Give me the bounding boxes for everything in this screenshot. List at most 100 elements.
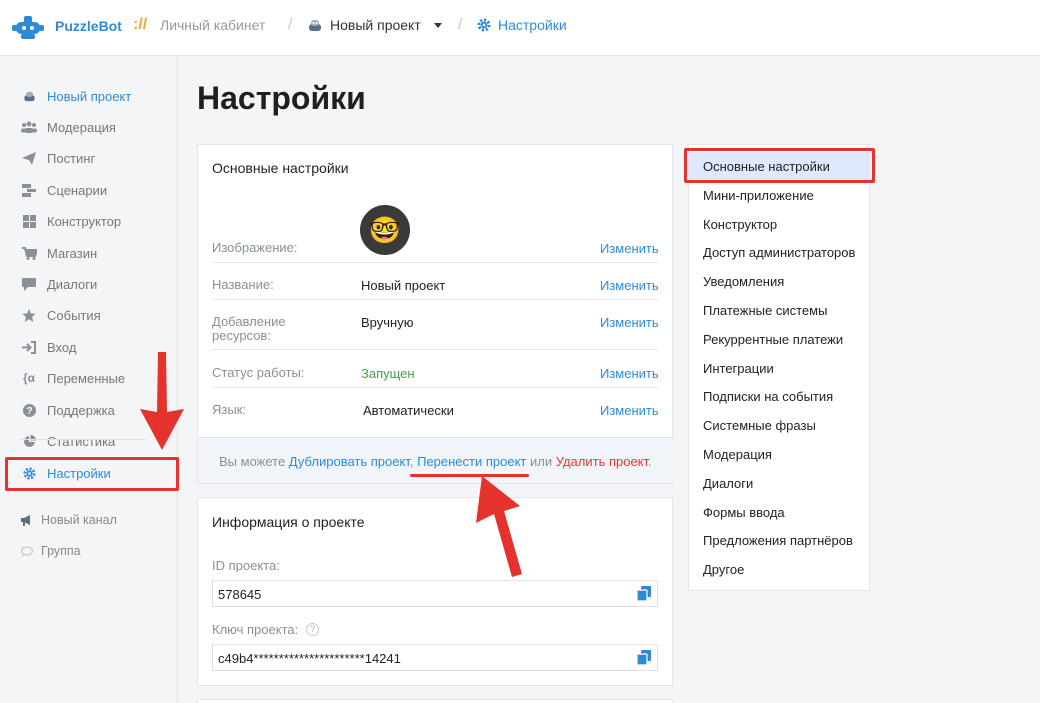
language-label: Язык:: [212, 402, 246, 417]
sidebar-item-support[interactable]: ? Поддержка: [20, 400, 115, 420]
sidebar-item-label: Конструктор: [47, 213, 122, 229]
sidebar-item-moderation[interactable]: Модерация: [20, 117, 116, 137]
settings-menu-item-event-subscriptions[interactable]: Подписки на события: [703, 389, 833, 404]
settings-menu-item-partner-offers[interactable]: Предложения партнёров: [703, 533, 853, 548]
breadcrumb-cabinet[interactable]: Личный кабинет: [160, 17, 265, 33]
highlight-box-settings: [5, 457, 179, 491]
megaphone-icon: [20, 513, 34, 527]
help-icon: ?: [20, 403, 38, 417]
sidebar-divider: [20, 439, 146, 440]
project-key-value: c49b4**********************14241: [218, 651, 401, 666]
name-label: Название:: [212, 277, 274, 292]
footer-dot: .: [648, 454, 652, 469]
sitemap-icon: [20, 183, 38, 197]
duplicate-project-link[interactable]: Дублировать проект: [289, 454, 410, 469]
top-bar: PuzzleBot :// Личный кабинет / Новый про…: [0, 0, 1040, 56]
sidebar-item-shop[interactable]: Магазин: [20, 243, 97, 263]
settings-menu-item-miniapp[interactable]: Мини-приложение: [703, 188, 814, 203]
sidebar-item-label: Поддержка: [47, 402, 115, 418]
sidebar-item-statistics[interactable]: Статистика: [20, 431, 115, 451]
sidebar-item-label: Группа: [41, 544, 81, 558]
footer-or: или: [526, 454, 556, 469]
users-icon: [20, 120, 38, 134]
row-divider: [212, 349, 658, 350]
sidebar-item-events[interactable]: События: [20, 305, 101, 325]
sidebar-item-constructor[interactable]: Конструктор: [20, 211, 121, 231]
main-settings-title: Основные настройки: [212, 160, 349, 176]
grid-icon: [20, 214, 38, 228]
sidebar-item-label: Вход: [47, 339, 77, 355]
sidebar-item-label: Постинг: [47, 150, 96, 166]
robot-icon: [309, 20, 321, 31]
row-divider: [212, 299, 658, 300]
settings-menu-item-input-forms[interactable]: Формы ввода: [703, 505, 785, 520]
project-actions-text: Вы можете Дублировать проект, Перенести …: [219, 454, 652, 469]
arrow-up-icon: [476, 476, 522, 577]
copy-icon[interactable]: [637, 586, 651, 601]
sidebar-item-label: Переменные: [47, 370, 126, 386]
sidebar-item-channel[interactable]: Новый канал: [20, 510, 117, 530]
settings-menu-item-integrations[interactable]: Интеграции: [703, 361, 774, 376]
settings-menu-item-other[interactable]: Другое: [703, 562, 744, 577]
breadcrumb-slash: /: [458, 16, 463, 33]
page-title: Настройки: [197, 80, 366, 116]
settings-menu-item-dialogs[interactable]: Диалоги: [703, 476, 753, 491]
settings-menu-item-notifications[interactable]: Уведомления: [703, 274, 784, 289]
robot-icon: [20, 89, 38, 103]
paper-plane-icon: [20, 151, 38, 165]
row-divider: [212, 262, 658, 263]
project-avatar[interactable]: 🤓: [360, 205, 410, 255]
settings-menu-item-recurring-payments[interactable]: Рекуррентные платежи: [703, 332, 843, 347]
breadcrumb-settings[interactable]: Настройки: [498, 17, 567, 33]
sidebar-item-scenarios[interactable]: Сценарии: [20, 180, 107, 200]
question-circle-icon[interactable]: ?: [306, 623, 319, 636]
transfer-project-link[interactable]: Перенести проект: [417, 454, 526, 469]
next-card: [197, 699, 673, 703]
change-name-link[interactable]: Изменить: [600, 278, 659, 293]
sidebar-item-dialogs[interactable]: Диалоги: [20, 274, 97, 294]
settings-menu-item-payment-systems[interactable]: Платежные системы: [703, 303, 827, 318]
arrow-down-icon: [140, 352, 184, 450]
row-divider: [212, 387, 658, 388]
sidebar-item-posting[interactable]: Постинг: [20, 148, 95, 168]
change-image-link[interactable]: Изменить: [600, 241, 659, 256]
settings-menu-item-constructor[interactable]: Конструктор: [703, 217, 777, 232]
svg-text:?: ?: [26, 406, 32, 417]
sidebar-item-label: Новый канал: [41, 513, 117, 527]
settings-menu-item-system-phrases[interactable]: Системные фразы: [703, 418, 816, 433]
cart-icon: [20, 246, 38, 260]
status-label: Статус работы:: [212, 365, 305, 380]
sidebar-item-group[interactable]: Группа: [20, 541, 81, 561]
variable-icon: {α: [22, 371, 36, 385]
gear-icon: [477, 18, 491, 32]
project-key-field[interactable]: c49b4**********************14241: [212, 644, 658, 671]
chevron-down-icon[interactable]: [434, 23, 442, 28]
copy-icon[interactable]: [637, 650, 651, 665]
sidebar-item-label: Новый проект: [47, 88, 132, 104]
change-language-link[interactable]: Изменить: [600, 403, 659, 418]
brand-name[interactable]: PuzzleBot: [55, 18, 122, 34]
sidebar-item-login[interactable]: Вход: [20, 337, 76, 357]
status-value: Запущен: [361, 366, 415, 381]
settings-menu-item-admin-access[interactable]: Доступ администраторов: [703, 245, 855, 260]
sidebar-item-variables[interactable]: {α Переменные: [20, 368, 125, 388]
resources-label: Добавление ресурсов:: [212, 314, 286, 343]
project-info-title: Информация о проекте: [212, 514, 365, 530]
project-id-label: ID проекта:: [212, 558, 280, 573]
change-status-link[interactable]: Изменить: [600, 366, 659, 381]
sidebar-item-label: Сценарии: [47, 182, 108, 198]
chat-bubble-icon: [20, 544, 34, 558]
chat-icon: [20, 277, 38, 291]
delete-project-link[interactable]: Удалить проект: [556, 454, 648, 469]
puzzlebot-logo-icon[interactable]: [12, 13, 44, 41]
breadcrumb-project[interactable]: Новый проект: [330, 17, 421, 33]
highlight-box-main-settings: [684, 148, 875, 183]
project-id-field[interactable]: 578645: [212, 580, 658, 607]
sidebar-item-label: События: [47, 307, 101, 323]
breadcrumb-slash: /: [288, 16, 293, 33]
project-key-label: Ключ проекта:: [212, 622, 299, 637]
language-value: Автоматически: [363, 403, 454, 418]
change-resources-link[interactable]: Изменить: [600, 315, 659, 330]
sidebar-item-project[interactable]: Новый проект: [20, 86, 131, 106]
settings-menu-item-moderation[interactable]: Модерация: [703, 447, 772, 462]
